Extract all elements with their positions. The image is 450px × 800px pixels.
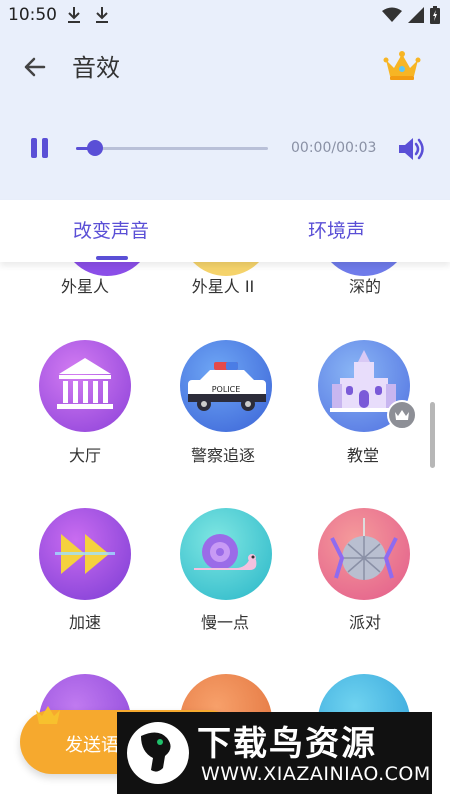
crown-icon[interactable] [382,50,422,82]
back-arrow-icon[interactable] [18,50,52,84]
watermark-title: 下载鸟资源 [197,724,377,764]
hall-icon [57,358,113,409]
app-bar: 音效 [0,40,450,90]
crown-icon [36,706,60,724]
police-car-icon: POLICE [188,362,266,411]
svg-text:POLICE: POLICE [212,385,241,394]
effect-item-church[interactable]: 教堂 [298,442,428,466]
effect-label: 深的 [348,277,381,296]
battery-icon [430,6,440,24]
effect-label: 外星人 II [191,277,255,296]
effect-label: 教堂 [346,446,379,465]
signal-icon [408,7,424,23]
vip-badge [387,400,417,430]
playback-time: 00:00/00:03 [291,140,377,156]
effect-item-slow-down[interactable]: 慢一点 [160,609,290,633]
watermark-banner: 下载鸟资源 WWW.XIAZAINIAO.COM [117,712,432,794]
effect-label: 加速 [68,613,101,632]
effect-item-speed-up[interactable]: 加速 [20,609,150,633]
download-icon [96,7,108,23]
effect-label: 派对 [348,613,381,632]
effect-icon-slow-down[interactable] [180,508,272,600]
screen: 10:50 音效 00:00/00:03 改变声音 环境声 外星人 外星人 II… [0,0,450,800]
effect-item-alien-2[interactable]: 外星人 II [158,273,288,297]
fast-forward-icon [55,534,115,574]
progress-track[interactable] [76,147,268,150]
pause-icon [31,138,37,158]
effect-icon-speed-up[interactable] [39,508,131,600]
effect-item-deep[interactable]: 深的 [300,273,430,297]
tab-ambient-sound[interactable]: 环境声 [308,216,365,243]
speaker-icon[interactable] [396,134,426,164]
effect-label: 慢一点 [200,613,249,632]
tab-change-voice[interactable]: 改变声音 [73,216,149,243]
effect-icon-police[interactable]: POLICE [180,340,272,432]
effect-item-alien[interactable]: 外星人 [20,273,150,297]
snail-icon [194,534,257,570]
progress-thumb[interactable] [87,140,104,156]
download-icon [68,7,80,23]
effect-label: 外星人 [60,277,109,296]
bird-logo-icon [141,732,171,772]
status-bar: 10:50 [0,0,450,30]
effect-label: 警察追逐 [190,446,255,465]
wifi-icon [382,7,402,22]
crown-icon [395,410,409,420]
page-title: 音效 [72,54,120,82]
tab-bar: 改变声音 环境声 [0,200,450,262]
system-icons [382,6,440,24]
disco-ball-icon [330,518,398,580]
effect-icon-party[interactable] [318,508,410,600]
pause-button[interactable] [28,136,52,162]
effect-label: 大厅 [68,446,101,465]
effect-icon-hall[interactable] [39,340,131,432]
audio-player: 00:00/00:03 [0,128,450,168]
send-button-label: 发送语 [65,735,119,756]
watermark-url: WWW.XIAZAINIAO.COM [201,763,431,785]
effect-item-hall[interactable]: 大厅 [20,442,150,466]
status-time: 10:50 [8,5,57,25]
tab-indicator [96,256,128,260]
header-area: 10:50 音效 00:00/00:03 [0,0,450,200]
watermark-logo [127,722,189,784]
effect-item-police[interactable]: 警察追逐 [158,442,288,466]
scrollbar[interactable] [430,402,435,468]
effect-item-party[interactable]: 派对 [300,609,430,633]
